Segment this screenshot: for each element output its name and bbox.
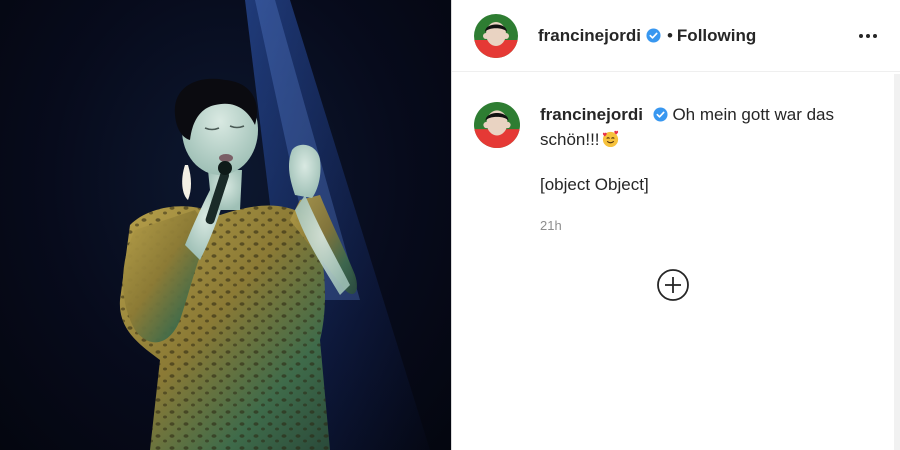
post-header: francinejordi • Following — [452, 0, 900, 72]
header-separator: • — [666, 25, 673, 45]
post-sidebar: francinejordi • Following francinejordi … — [451, 0, 900, 450]
author-username[interactable]: francinejordi — [538, 26, 641, 46]
caption-author-avatar[interactable] — [474, 102, 520, 148]
more-dot — [873, 34, 877, 38]
header-text: francinejordi • Following — [538, 26, 756, 46]
caption-comment: francinejordi Oh mein gott war das schön… — [474, 102, 874, 238]
caption-extra-line: [object Object] — [540, 175, 649, 194]
instagram-post: francinejordi • Following francinejordi … — [0, 0, 900, 450]
post-photo[interactable] — [0, 0, 451, 450]
smiling-face-with-hearts-icon — [602, 130, 618, 148]
avatar-image — [474, 102, 520, 148]
more-dot — [866, 34, 870, 38]
caption-line: francinejordi Oh mein gott war das schön… — [540, 102, 860, 152]
verified-badge-icon — [653, 107, 668, 122]
plus-circle-icon[interactable] — [656, 268, 690, 302]
caption-body: francinejordi Oh mein gott war das schön… — [540, 102, 860, 238]
following-button[interactable]: Following — [677, 26, 756, 46]
avatar-image — [474, 13, 518, 58]
author-avatar[interactable] — [474, 13, 518, 58]
more-dot — [859, 34, 863, 38]
comments-scrollbar[interactable] — [894, 74, 900, 450]
post-timestamp[interactable]: 21h — [540, 213, 860, 238]
verified-badge-icon — [646, 28, 661, 43]
singer-on-stage-image — [119, 0, 430, 450]
caption-username[interactable]: francinejordi — [540, 105, 643, 124]
more-options-icon[interactable] — [854, 22, 882, 50]
